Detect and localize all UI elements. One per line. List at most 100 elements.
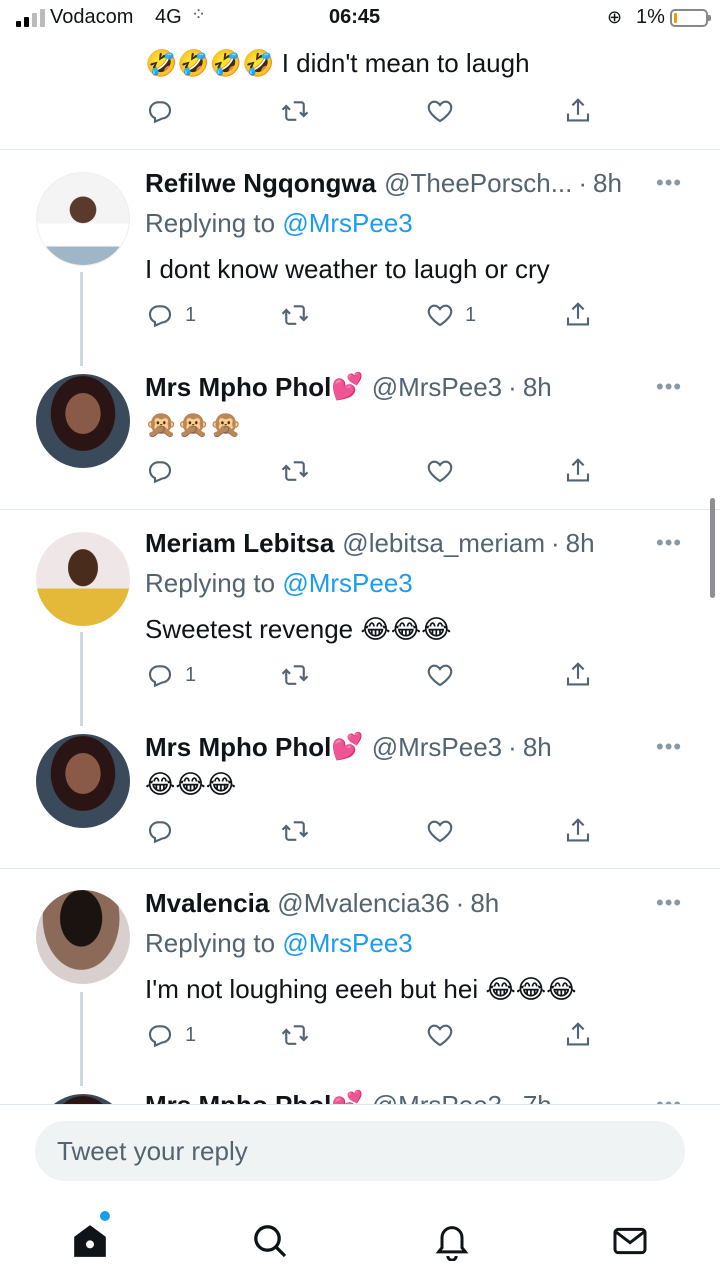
tweet-reply[interactable]: Mrs Mpho Phol 💕 @MrsPee3 · 7h ••• [0,1072,720,1104]
reply-button[interactable] [145,454,175,488]
tweet-time: 8h [522,371,552,402]
network-type: 4G [155,6,182,28]
heart-icon [427,460,453,483]
more-options-button[interactable]: ••• [656,1092,682,1104]
share-button[interactable] [563,658,593,692]
mail-icon [613,1227,647,1255]
retweet-icon [281,665,309,685]
mention-link[interactable]: @MrsPee3 [282,568,412,598]
tweet-text-body: I'm not loughing eeeh but hei [145,974,486,1004]
share-button[interactable] [563,454,593,488]
retweet-button[interactable] [280,1018,310,1052]
retweet-button[interactable] [280,814,310,848]
nav-home[interactable] [60,1211,120,1271]
nav-notifications[interactable] [422,1211,482,1271]
name-emoji: 💕 [331,732,364,762]
retweet-icon [281,1025,309,1045]
heart-icon [427,664,453,687]
avatar[interactable] [36,532,130,626]
retweet-button[interactable] [280,94,310,128]
retweet-button[interactable] [280,298,310,332]
author-name[interactable]: Refilwe Ngqongwa [145,168,376,199]
avatar[interactable] [36,172,130,266]
clock: 06:45 [329,6,381,28]
heart-icon [427,820,453,843]
author-name[interactable]: Mrs Mpho Phol [145,732,331,763]
like-button[interactable] [425,454,455,488]
like-button[interactable] [425,814,455,848]
reply-icon [148,821,172,844]
like-button[interactable] [425,658,455,692]
like-button[interactable] [425,1018,455,1052]
tweet-reply[interactable]: Mvalencia @Mvalencia36 · 8h ••• Replying… [0,870,720,1086]
tweet-time: 7h [523,1090,552,1105]
more-options-button[interactable]: ••• [656,374,682,400]
more-options-button[interactable]: ••• [656,890,682,916]
retweet-button[interactable] [280,454,310,488]
more-options-button[interactable]: ••• [656,530,682,556]
retweet-icon [281,305,309,325]
author-name[interactable]: Mrs Mpho Phol [145,1090,331,1105]
reply-button[interactable] [145,814,175,848]
share-button[interactable] [563,94,593,128]
author-handle: @Mvalencia36 [277,887,450,918]
rotation-lock-icon: ⊕ [607,7,623,27]
author-handle: @MrsPee3 [371,731,503,762]
share-button[interactable] [563,298,593,332]
tweet-top[interactable]: 🤣🤣🤣🤣 I didn't mean to laugh [0,40,720,148]
author-name[interactable]: Meriam Lebitsa [145,528,334,559]
replying-label: Replying to [145,208,283,238]
tweet-reply[interactable]: Meriam Lebitsa @lebitsa_meriam · 8h ••• … [0,510,720,726]
like-button[interactable] [425,94,455,128]
nav-messages[interactable] [600,1211,660,1271]
author-handle: @MrsPee3 [372,1090,502,1105]
nav-search[interactable] [240,1211,300,1271]
share-button[interactable] [563,1018,593,1052]
author-handle: @TheePorsch... [384,167,573,198]
reply-input[interactable] [35,1121,685,1181]
like-button[interactable]: 1 [425,298,476,332]
avatar[interactable] [36,1094,130,1104]
separator: · [508,1090,517,1105]
reply-button[interactable]: 1 [145,1018,196,1052]
tweet-actions [145,454,605,488]
avatar[interactable] [36,734,130,828]
tweet-header: Mrs Mpho Phol 💕 @MrsPee3 · 7h [145,1088,552,1105]
share-button[interactable] [563,814,593,848]
tweet-time: 8h [470,887,500,918]
scrollbar[interactable] [710,498,715,598]
tweet-actions [145,814,605,848]
avatar[interactable] [36,890,130,984]
tweet-emoji: 🤣🤣🤣🤣 [145,49,275,79]
tweet-reply[interactable]: Refilwe Ngqongwa @TheePorsch... · 8h •••… [0,150,720,366]
retweet-button[interactable] [280,658,310,692]
battery-percent: 1% [636,6,665,28]
mention-link[interactable]: @MrsPee3 [282,928,412,958]
mention-link[interactable]: @MrsPee3 [282,208,412,238]
author-name[interactable]: Mrs Mpho Phol [145,372,331,403]
share-icon [566,1022,590,1046]
replying-label: Replying to [145,928,283,958]
separator: · [550,527,560,558]
more-options-button[interactable]: ••• [656,170,682,196]
author-name[interactable]: Mvalencia [145,888,269,919]
signal-icon [16,9,45,27]
reply-button[interactable] [145,94,175,128]
separator: · [578,167,588,198]
tweet-reply[interactable]: Mrs Mpho Phol 💕 @MrsPee3 · 8h ••• 🙊🙊🙊 [0,352,720,508]
reply-icon [148,101,172,124]
retweet-icon [281,461,309,481]
share-icon [566,818,590,842]
tweet-reply[interactable]: Mrs Mpho Phol 💕 @MrsPee3 · 8h ••• 😂😂😂 [0,712,720,868]
name-emoji: 💕 [331,372,364,402]
bell-icon [435,1226,469,1261]
more-options-button[interactable]: ••• [656,734,682,760]
reply-button[interactable]: 1 [145,298,196,332]
reply-button[interactable]: 1 [145,658,196,692]
tweet-actions: 1 [145,1018,605,1052]
avatar[interactable] [36,374,130,468]
reply-count: 1 [185,663,197,686]
divider [0,868,720,869]
tweet-time: 8h [565,527,595,558]
separator: · [508,371,517,402]
